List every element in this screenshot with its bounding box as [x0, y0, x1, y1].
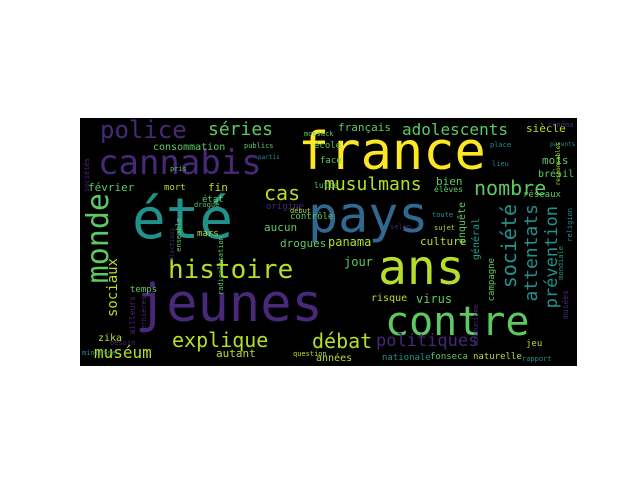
- word-elections: élections: [169, 228, 176, 261]
- word-partis: partis: [258, 154, 280, 161]
- word-religion: religion: [566, 208, 574, 242]
- word-nationale: nationale: [382, 353, 431, 363]
- word-sujet: sujet: [434, 224, 456, 232]
- word-adolescents: adolescents: [402, 120, 508, 139]
- word-place: place: [490, 141, 512, 149]
- word-reseaux: réseaux: [523, 190, 561, 200]
- word-parents: parents: [550, 141, 576, 148]
- word-debat: débat: [312, 329, 373, 353]
- word-face: face: [320, 156, 342, 166]
- word-mondiale: mondiale: [557, 246, 565, 280]
- word-selon: selon: [390, 223, 412, 231]
- word-besoin: besoin: [110, 339, 136, 347]
- word-aucun: aucun: [264, 221, 298, 234]
- word-cinema: cinéma: [548, 121, 574, 129]
- word-drogues: drogues: [280, 237, 327, 250]
- word-origine: origine: [266, 202, 304, 212]
- word-mars: mars: [197, 229, 219, 239]
- word-cloud: france pays été ans jeunes cannabis cont…: [80, 118, 577, 366]
- word-series: séries: [208, 119, 274, 140]
- word-dernieres: dernières: [140, 296, 148, 334]
- word-fin: fin: [208, 181, 228, 194]
- word-ensemble: ensemble: [175, 218, 183, 252]
- word-toute: toute: [432, 211, 454, 219]
- word-ans: ans: [378, 240, 465, 296]
- word-ecole: école: [314, 141, 342, 151]
- word-fonseca: fonseca: [430, 352, 468, 362]
- word-mort: mort: [164, 183, 186, 193]
- word-eleves: élèves: [434, 185, 463, 194]
- word-autant: autant: [216, 347, 256, 360]
- word-jour: jour: [344, 255, 373, 269]
- word-communisme: communisme: [472, 304, 480, 347]
- word-rapport: rapport: [522, 355, 552, 363]
- word-police: police: [100, 118, 187, 144]
- word-societe: société: [497, 204, 521, 289]
- word-radicalisation: radicalisation: [217, 236, 225, 296]
- word-drogue: drogue: [194, 201, 220, 209]
- word-musees: musées: [561, 290, 570, 319]
- word-lutte: lutte: [314, 181, 339, 190]
- word-pris: pris: [170, 165, 187, 173]
- word-panama: panama: [328, 235, 372, 249]
- word-question: question: [293, 350, 327, 358]
- word-responsables: responsables: [555, 142, 562, 186]
- word-temps: temps: [130, 285, 158, 295]
- word-ministre: ministre: [82, 349, 116, 357]
- word-risque: risque: [371, 293, 408, 304]
- word-attentats: attentats: [521, 204, 542, 302]
- word-naturelle: naturelle: [473, 352, 522, 362]
- word-musulmans: musulmans: [324, 174, 422, 195]
- word-politiques: politiques: [376, 331, 479, 351]
- word-fevrier: février: [88, 181, 135, 194]
- word-mossack: mossack: [304, 130, 334, 138]
- word-jeunes: jeunes: [135, 274, 323, 334]
- word-publics: publics: [244, 142, 274, 150]
- word-cas: cas: [264, 181, 301, 205]
- word-jeu: jeu: [526, 339, 543, 349]
- word-lieu: lieu: [492, 160, 509, 168]
- word-campagne: campagne: [487, 258, 497, 302]
- word-societes: sociétés: [83, 158, 91, 192]
- word-enquete: enquête: [457, 202, 468, 245]
- word-consommation: consommation: [153, 142, 226, 153]
- word-virus: virus: [416, 292, 453, 306]
- word-ailleurs: ailleurs: [128, 296, 137, 335]
- word-general: général: [471, 218, 482, 261]
- word-francais: français: [338, 121, 391, 134]
- word-sociaux: sociaux: [105, 258, 121, 318]
- word-histoire: histoire: [168, 255, 294, 285]
